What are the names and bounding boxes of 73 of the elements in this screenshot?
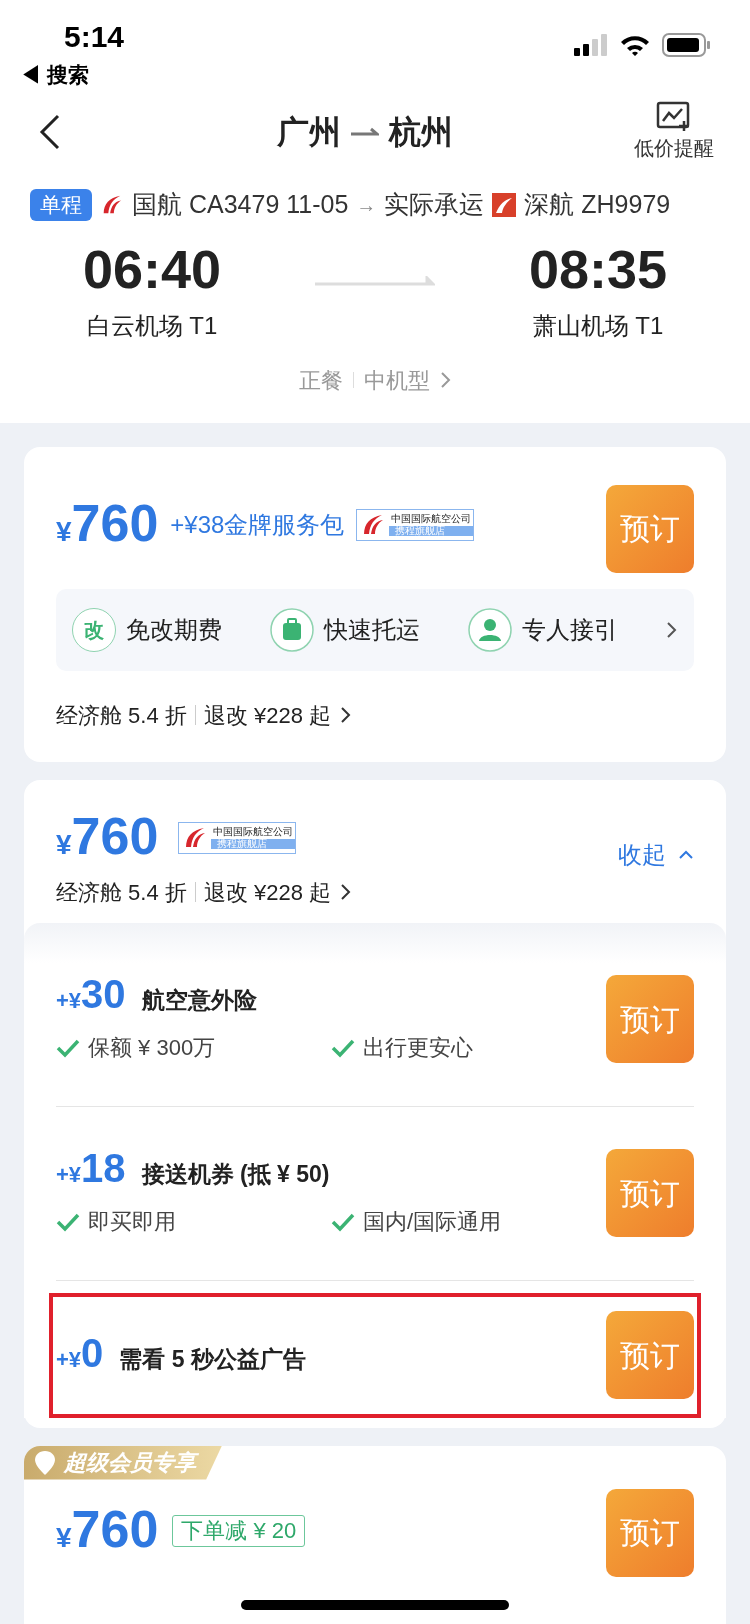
back-to-app-link[interactable]: ◀ 搜索 <box>20 59 125 91</box>
chart-plus-icon <box>656 101 692 131</box>
refund-policy-link[interactable]: 退改 ¥228 起 <box>203 698 331 732</box>
meal-info: 正餐 <box>298 366 343 395</box>
feature-label: 快速托运 <box>324 614 420 645</box>
arrow-text: → <box>356 192 377 218</box>
currency-symbol: ¥ <box>56 828 72 862</box>
departure-airport: 白云机场 T1 <box>86 310 218 341</box>
price-prefix: +¥ <box>56 1347 82 1375</box>
check-icon <box>331 1211 355 1232</box>
chevron-up-icon <box>678 849 694 860</box>
benefit-text: 即买即用 <box>88 1208 176 1237</box>
cabin-discount: 经济舱 5.4 折 <box>56 878 187 907</box>
benefit-text: 保额 ¥ 300万 <box>88 1034 216 1063</box>
check-icon <box>331 1037 355 1058</box>
aircraft-size: 中机型 <box>363 366 430 395</box>
benefit-text: 国内/国际通用 <box>363 1208 502 1237</box>
addon-price: 18 <box>81 1147 126 1188</box>
badge-subtitle: 携程旗舰店 <box>389 525 474 536</box>
pin-icon <box>34 1449 56 1476</box>
discount-tag: 下单减 ¥ 20 <box>172 1514 306 1547</box>
glyph-icon: 改 <box>72 607 116 652</box>
operating-flight-number: 深航 ZH9979 <box>524 189 671 220</box>
book-button[interactable]: 预订 <box>606 1149 694 1237</box>
chevron-right-icon <box>439 370 452 390</box>
collapse-button[interactable]: 收起 <box>618 836 694 873</box>
arrival-airport: 萧山机场 T1 <box>532 310 664 341</box>
carrier-label: 实际承运 <box>384 189 485 220</box>
currency-symbol: ¥ <box>56 515 72 549</box>
carrier-logo-icon <box>492 192 517 217</box>
luggage-icon <box>270 607 314 652</box>
addon-title: 接送机券 (抵 ¥ 50) <box>141 1159 330 1189</box>
refund-policy-link[interactable]: 退改 ¥228 起 <box>203 875 331 909</box>
price-prefix: +¥ <box>56 1161 82 1189</box>
trip-type-badge: 单程 <box>30 188 92 221</box>
person-icon <box>468 607 512 652</box>
price: 760 <box>71 809 159 862</box>
chevron-right-icon <box>339 882 353 902</box>
service-package: +¥38金牌服务包 <box>170 509 345 540</box>
flight-number: 国航 CA3479 11-05 <box>132 189 349 220</box>
arrival-time: 08:35 <box>528 241 668 296</box>
currency-symbol: ¥ <box>56 1521 72 1555</box>
status-time: 5:14 <box>64 19 125 55</box>
battery-icon <box>662 33 710 57</box>
price-alert-button[interactable]: 低价提醒 <box>634 101 714 163</box>
price: 760 <box>71 1502 159 1555</box>
destination-city: 杭州 <box>389 113 453 152</box>
addon-price: 0 <box>81 1333 104 1374</box>
book-button[interactable]: 预订 <box>606 1311 694 1399</box>
book-button[interactable]: 预订 <box>606 975 694 1063</box>
price: 760 <box>71 496 159 549</box>
signal-icon <box>574 34 608 56</box>
price-prefix: +¥ <box>56 987 82 1015</box>
chevron-right-icon[interactable] <box>666 620 678 639</box>
badge-title: 中国国际航空公司 <box>212 826 295 837</box>
check-icon <box>56 1211 80 1232</box>
addon-title: 航空意外险 <box>141 985 257 1015</box>
cabin-discount: 经济舱 5.4 折 <box>56 701 187 730</box>
departure-time: 06:40 <box>82 241 222 296</box>
wifi-icon <box>620 34 650 56</box>
chevron-right-icon <box>339 705 353 725</box>
book-button[interactable]: 预订 <box>606 1488 694 1577</box>
feature-label: 免改期费 <box>126 614 222 645</box>
addon-title: 需看 5 秒公益广告 <box>119 1345 306 1375</box>
feature-label: 专人接引 <box>522 614 618 645</box>
book-button[interactable]: 预订 <box>606 484 694 573</box>
check-icon <box>56 1037 80 1058</box>
benefit-text: 出行更安心 <box>363 1034 473 1063</box>
flight-arrow-icon <box>315 275 435 286</box>
addon-price: 30 <box>81 973 126 1014</box>
badge-subtitle: 携程旗舰店 <box>211 838 296 849</box>
origin-city: 广州 <box>277 113 341 152</box>
badge-title: 中国国际航空公司 <box>390 513 473 524</box>
